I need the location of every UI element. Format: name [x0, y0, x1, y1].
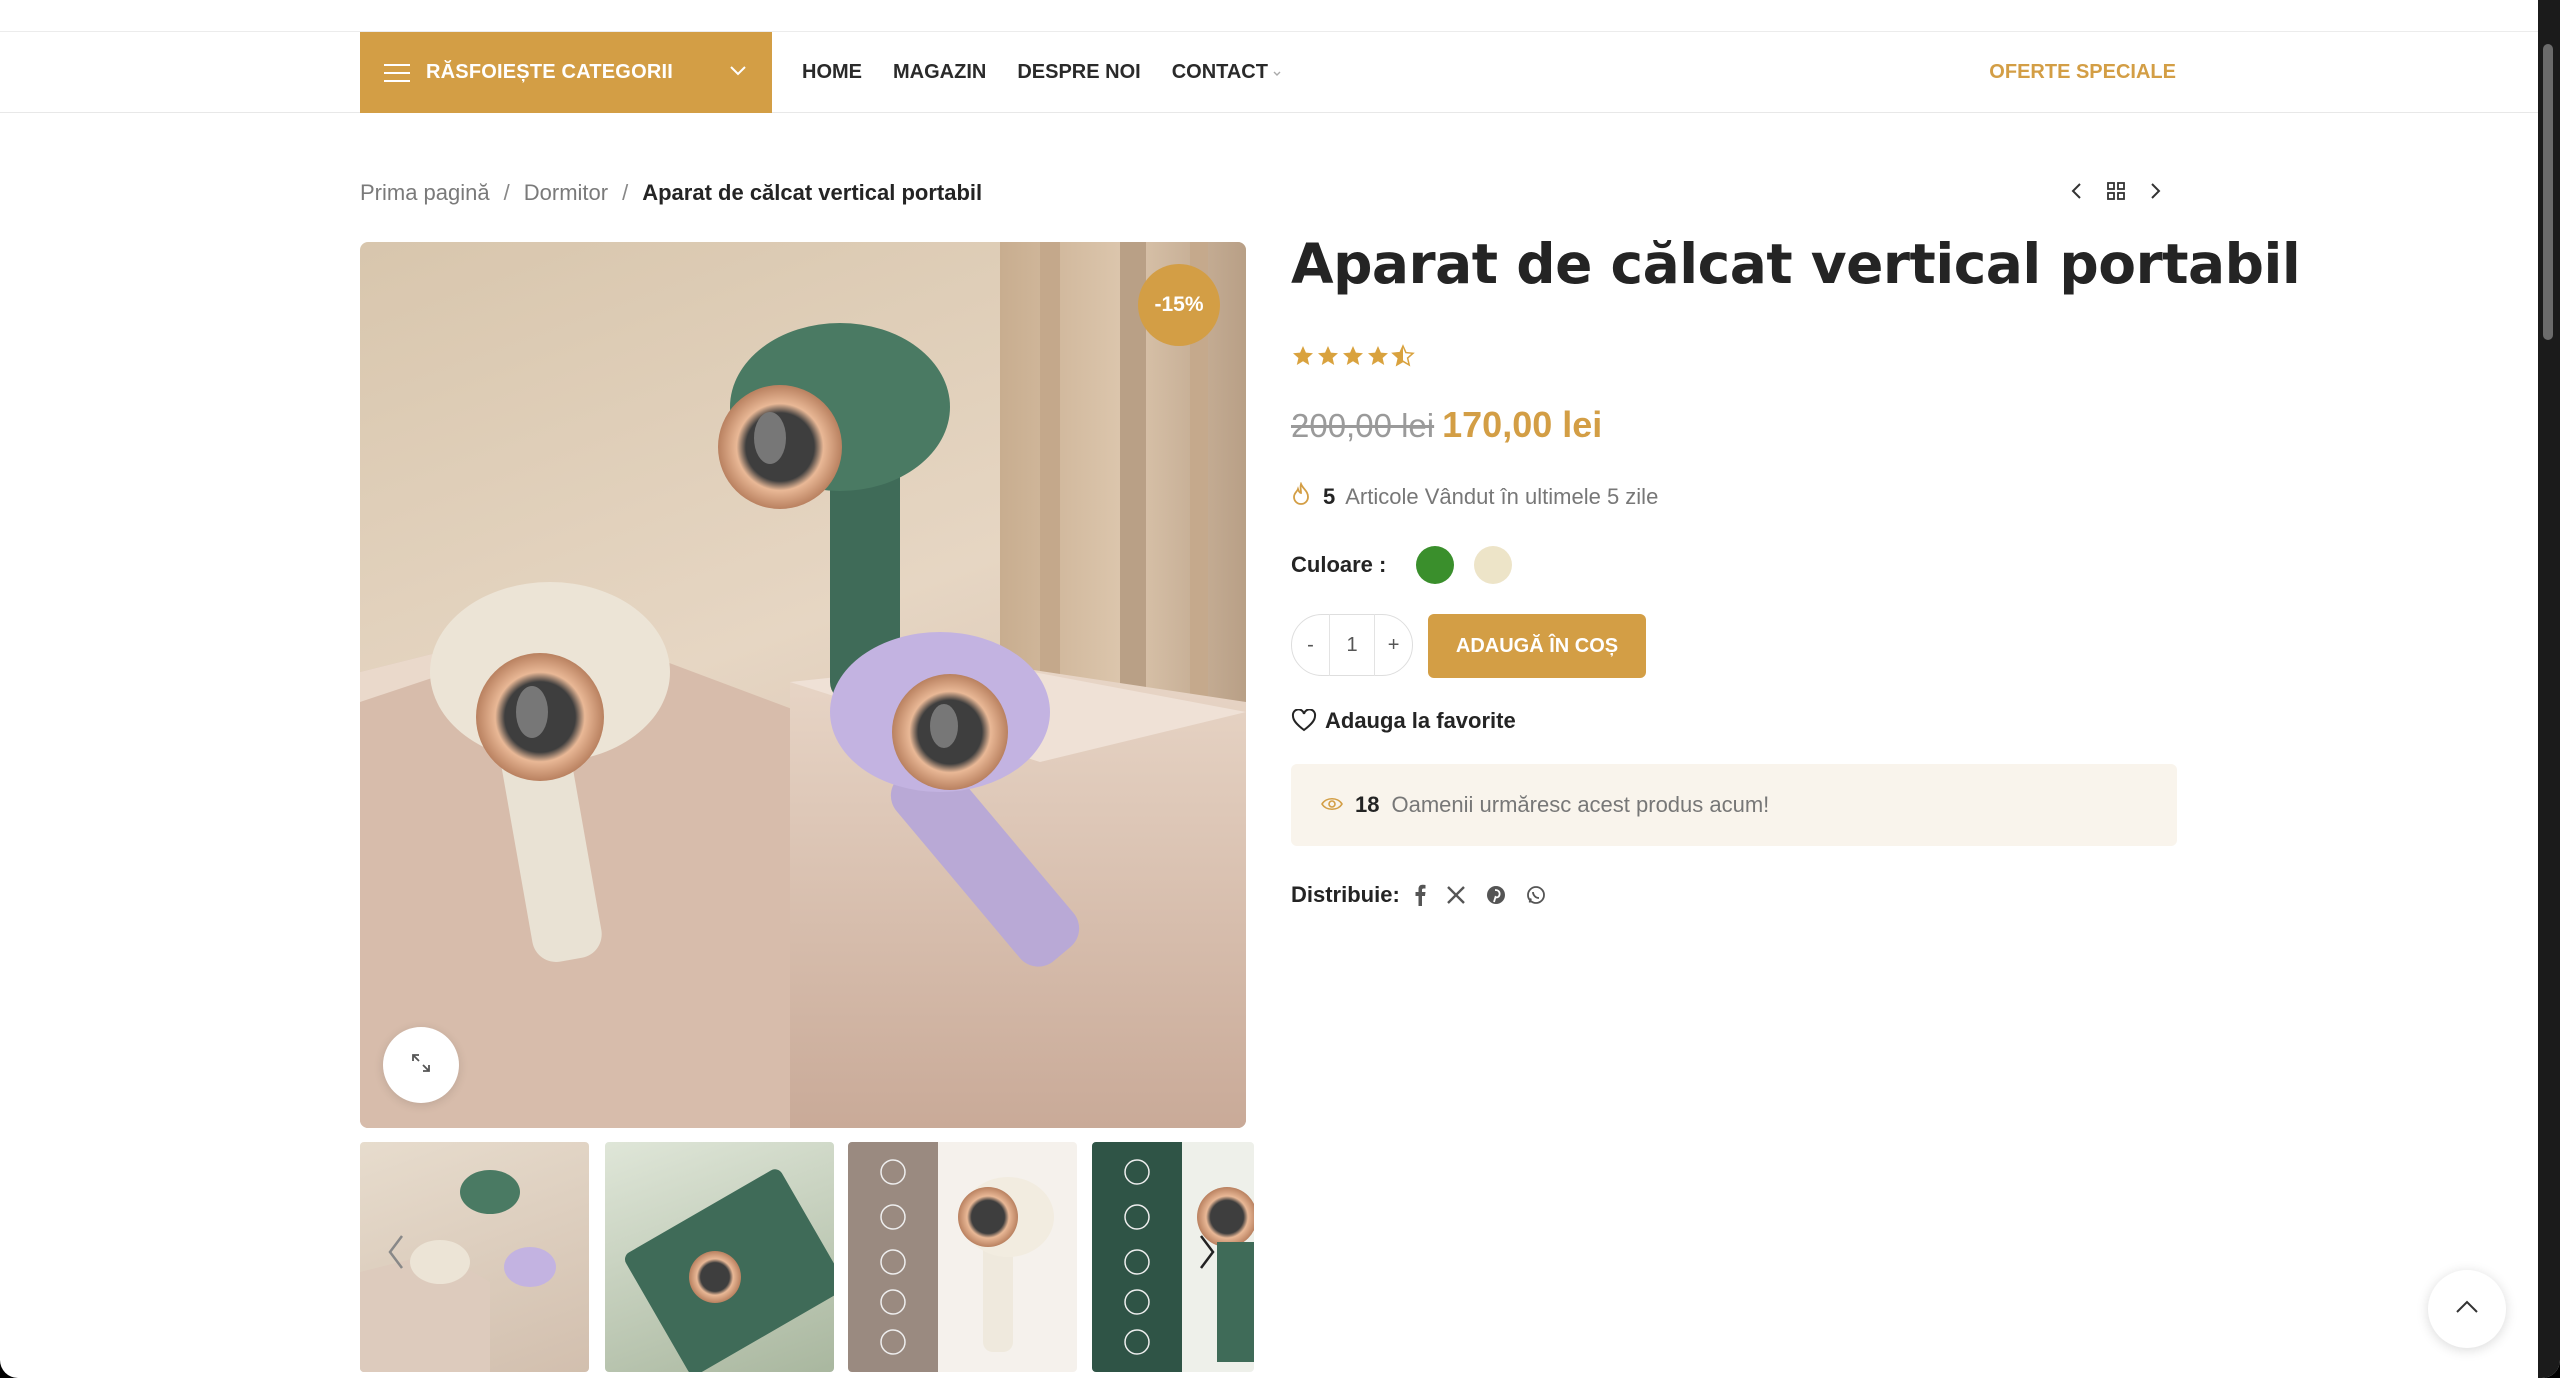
site-header: RĂSFOIEȘTE CATEGORII HOME MAGAZIN DESPRE… [0, 32, 2538, 113]
product-title: Aparat de călcat vertical portabil [1291, 232, 2301, 296]
chevron-down-icon [728, 60, 748, 83]
thumbnail-prev-icon[interactable] [384, 1232, 408, 1277]
discount-badge: -15% [1138, 264, 1220, 346]
browse-categories-label: RĂSFOIEȘTE CATEGORII [426, 61, 673, 83]
breadcrumb: Prima pagină / Dormitor / Aparat de călc… [360, 180, 982, 206]
qty-minus-button[interactable]: - [1292, 634, 1329, 657]
zoom-button[interactable] [383, 1027, 459, 1103]
live-viewers-box: 18 Oamenii urmăresc acest produs acum! [1291, 764, 2177, 846]
x-icon[interactable] [1446, 885, 1466, 905]
add-to-cart-button[interactable]: ADAUGĂ ÎN COȘ [1428, 614, 1646, 678]
sale-price: 170,00 lei [1442, 404, 1603, 445]
breadcrumb-category[interactable]: Dormitor [524, 180, 608, 206]
thumbnail-4[interactable] [1092, 1142, 1254, 1372]
previous-product-icon[interactable] [2070, 180, 2084, 207]
share-label: Distribuie: [1291, 882, 1400, 907]
chevron-up-icon [2454, 1299, 2480, 1320]
half-star-icon [1391, 344, 1415, 367]
share-row: Distribuie: [1291, 882, 1566, 908]
qty-input[interactable]: 1 [1328, 614, 1376, 676]
thumbnail-gallery [360, 1142, 1254, 1372]
sold-info: 5 Articole Vândut în ultimele 5 zile [1291, 481, 1659, 512]
breadcrumb-current: Aparat de călcat vertical portabil [642, 180, 983, 205]
breadcrumb-separator: / [622, 180, 629, 205]
scroll-to-top-button[interactable] [2428, 1270, 2506, 1348]
star-icon [1343, 346, 1363, 365]
quantity-stepper: - 1 + [1291, 614, 1413, 676]
add-to-wishlist[interactable]: Adauga la favorite [1291, 708, 1516, 734]
breadcrumb-home[interactable]: Prima pagină [360, 180, 490, 206]
next-product-icon[interactable] [2148, 180, 2162, 207]
product-main-image[interactable] [360, 242, 1246, 1128]
color-swatch-green[interactable] [1416, 546, 1455, 584]
price: 200,00 lei 170,00 lei [1291, 404, 1602, 446]
old-price: 200,00 lei [1291, 407, 1435, 444]
star-icon [1318, 346, 1338, 365]
main-nav: HOME MAGAZIN DESPRE NOI CONTACT [802, 32, 1313, 113]
sold-text: Articole Vândut în ultimele 5 zile [1345, 484, 1659, 509]
color-swatch-cream[interactable] [1474, 546, 1513, 584]
wishlist-label: Adauga la favorite [1325, 708, 1516, 733]
heart-icon [1291, 709, 1317, 732]
rating-stars[interactable] [1291, 344, 1415, 368]
special-offers-link[interactable]: OFERTE SPECIALE [1989, 32, 2176, 113]
watching-text: Oamenii urmăresc acest produs acum! [1391, 792, 1770, 817]
thumbnail-3[interactable] [848, 1142, 1077, 1372]
star-icon [1293, 346, 1313, 365]
nav-despre-noi[interactable]: DESPRE NOI [1017, 61, 1140, 84]
fire-icon [1291, 481, 1311, 512]
scrollbar-thumb[interactable] [2543, 44, 2553, 340]
nav-home[interactable]: HOME [802, 61, 862, 84]
chevron-down-icon [1272, 61, 1282, 84]
thumbnail-next-icon[interactable] [1195, 1232, 1219, 1277]
sold-count: 5 [1323, 484, 1336, 509]
nav-contact[interactable]: CONTACT [1172, 61, 1282, 84]
expand-icon [409, 1051, 433, 1080]
thumbnail-2[interactable] [605, 1142, 834, 1372]
browser-window: RĂSFOIEȘTE CATEGORII HOME MAGAZIN DESPRE… [0, 0, 2560, 1378]
grid-icon[interactable] [2106, 181, 2126, 206]
whatsapp-icon[interactable] [1526, 885, 1546, 905]
browse-categories-button[interactable]: RĂSFOIEȘTE CATEGORII [360, 32, 772, 113]
eye-icon [1321, 792, 1343, 818]
color-label: Culoare : [1291, 552, 1387, 577]
product-navigation [2070, 180, 2162, 207]
facebook-icon[interactable] [1414, 884, 1426, 906]
color-selector: Culoare : [1291, 546, 1532, 584]
watching-count: 18 [1355, 792, 1380, 817]
qty-plus-button[interactable]: + [1375, 634, 1412, 657]
menu-icon [384, 63, 410, 82]
nav-contact-label: CONTACT [1171, 61, 1268, 83]
star-icon [1368, 346, 1388, 365]
pinterest-icon[interactable] [1486, 885, 1506, 905]
nav-magazin[interactable]: MAGAZIN [893, 61, 986, 84]
breadcrumb-separator: / [503, 180, 510, 205]
